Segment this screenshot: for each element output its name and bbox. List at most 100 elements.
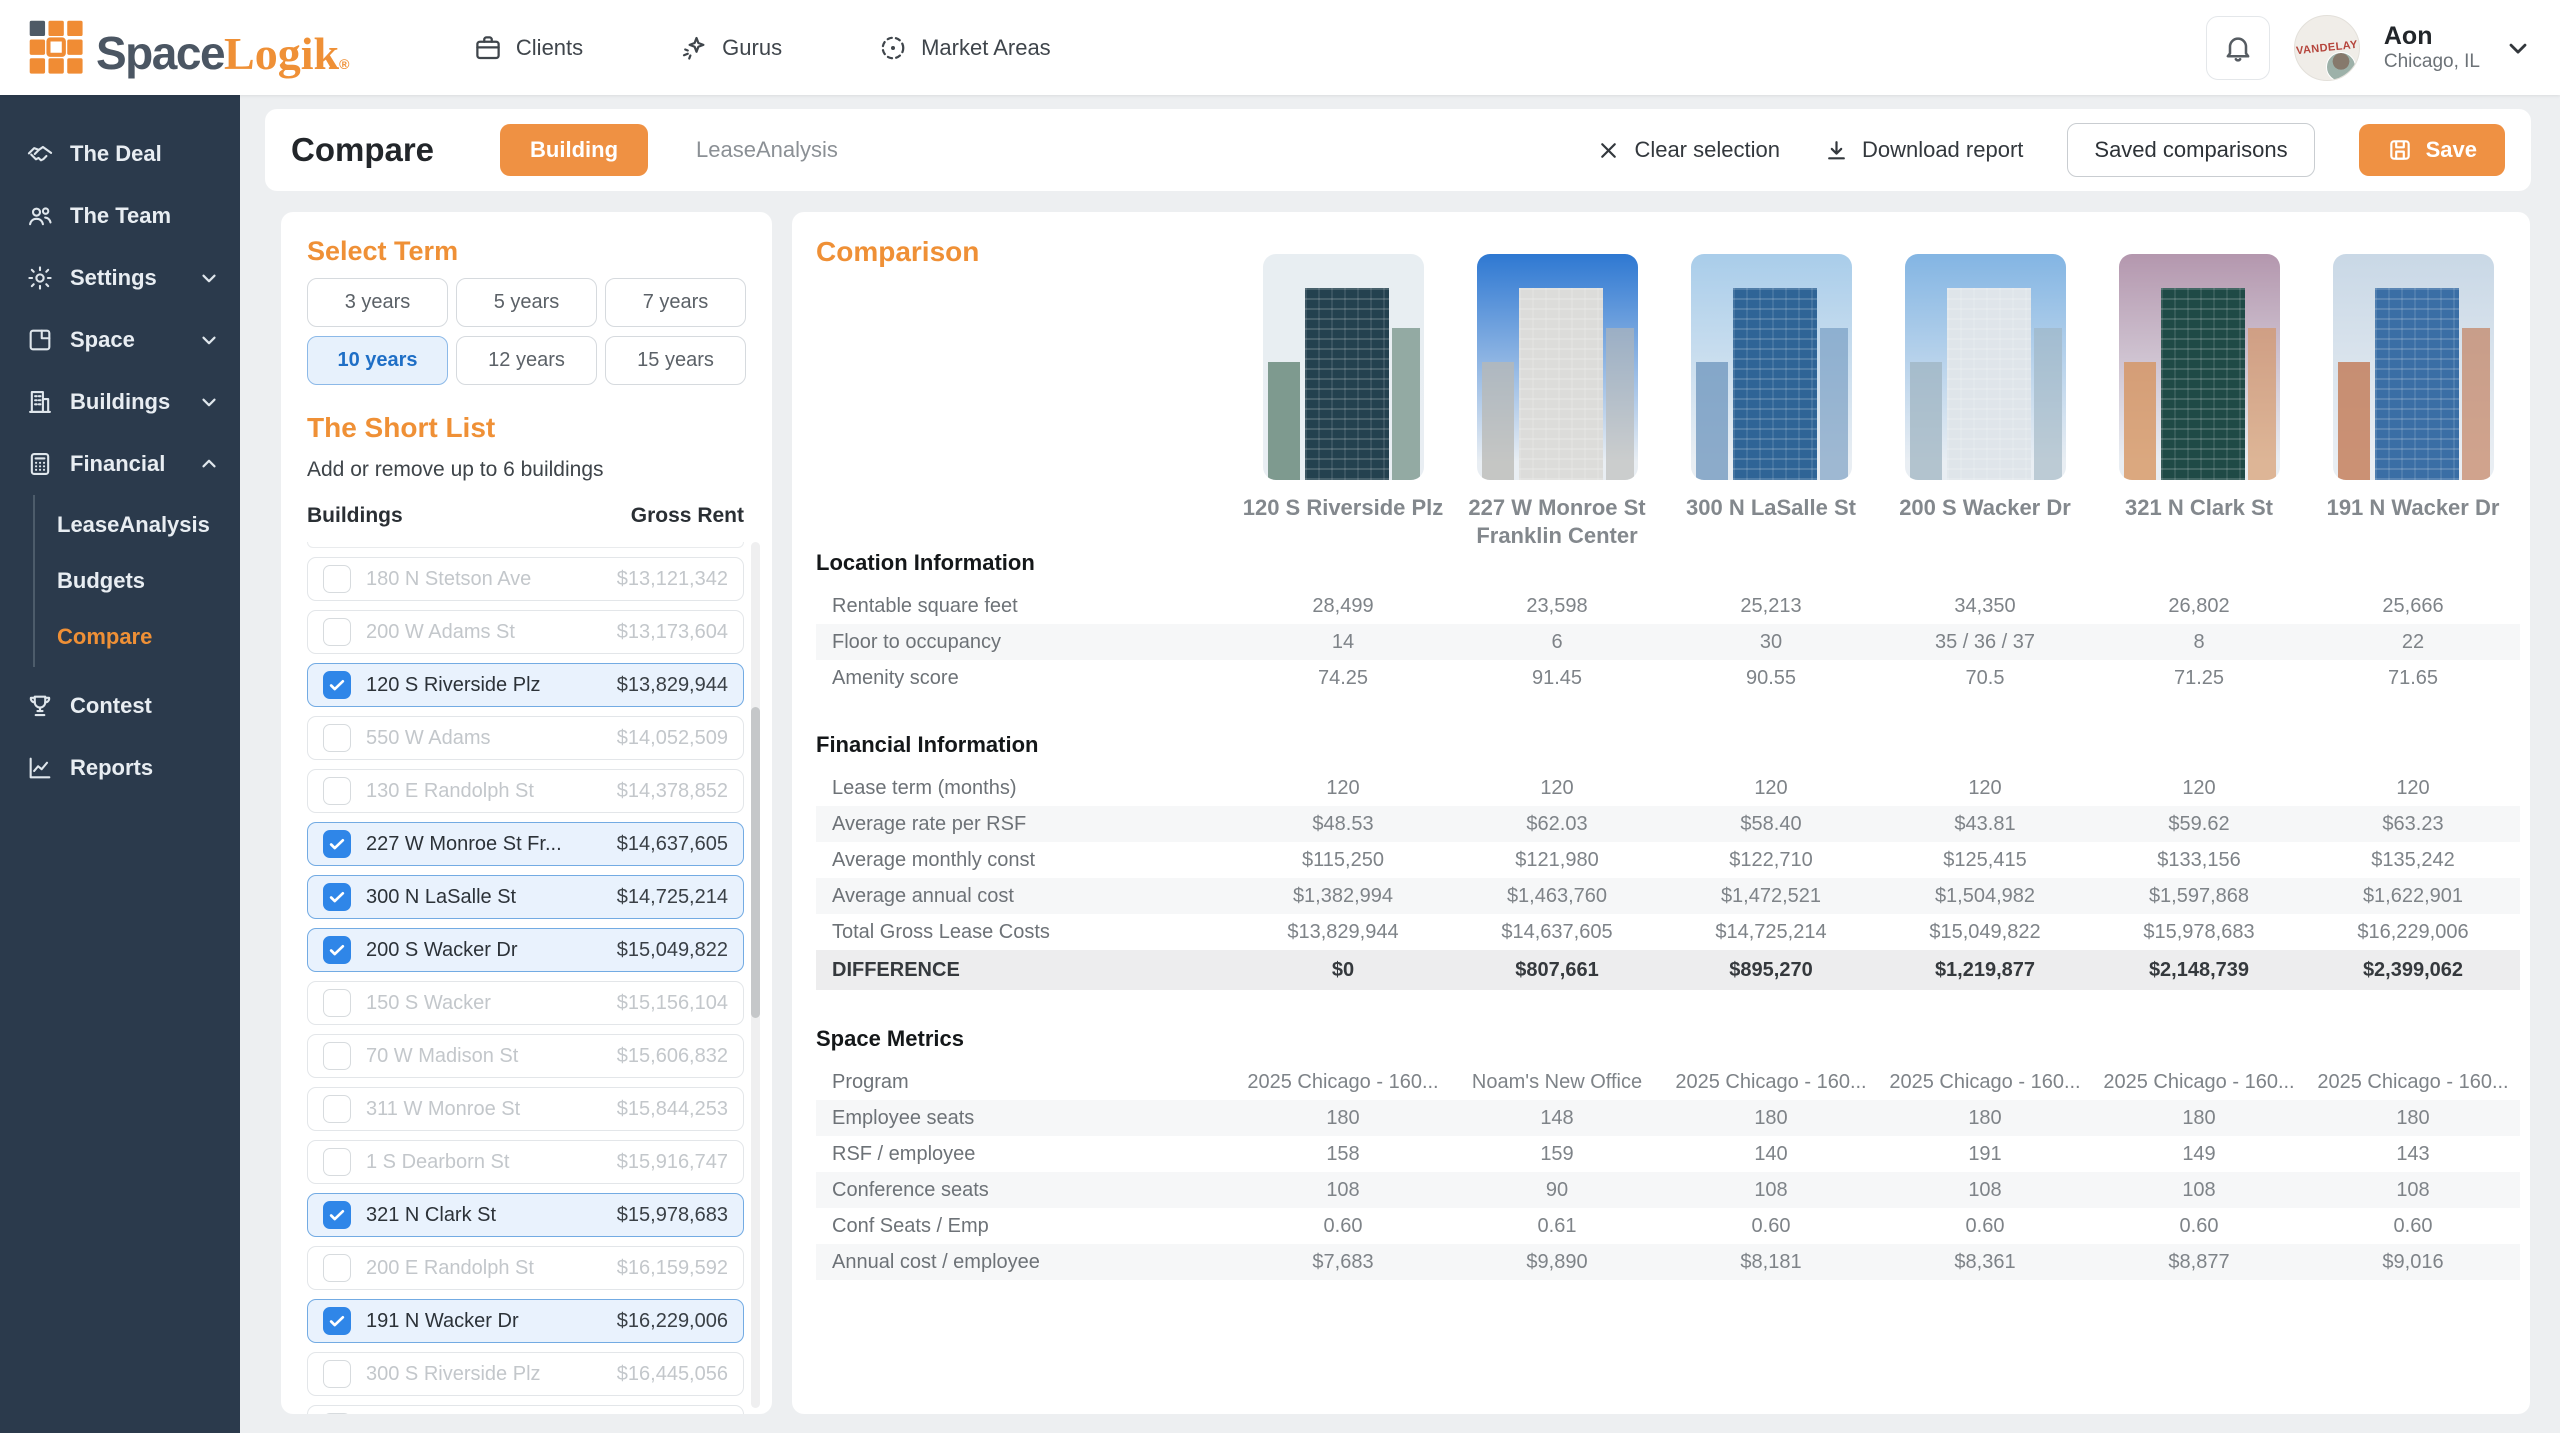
shortlist-row[interactable]: 180 N Stetson Ave$13,121,342 <box>307 557 744 601</box>
shortlist-row[interactable]: 200 W Adams St$13,173,604 <box>307 610 744 654</box>
saved-comparisons-button[interactable]: Saved comparisons <box>2067 123 2314 177</box>
checkbox-unchecked[interactable] <box>323 565 351 593</box>
notifications-button[interactable] <box>2206 16 2270 80</box>
shortlist-row[interactable]: 155 N Wacker Dr$16,668,712 <box>307 1405 744 1414</box>
shortlist-row[interactable]: 70 W Madison St$15,606,832 <box>307 1034 744 1078</box>
cell-value: $62.03 <box>1450 813 1664 836</box>
building-photo <box>2119 254 2280 480</box>
checkbox-unchecked[interactable] <box>323 724 351 752</box>
cell-value: $133,156 <box>2092 849 2306 872</box>
checkbox-checked[interactable] <box>323 1201 351 1229</box>
sidebar-item-budgets[interactable]: Budgets <box>35 553 240 609</box>
tab-building[interactable]: Building <box>500 124 648 176</box>
shortlist-row[interactable]: 200 S Wacker Dr$15,049,822 <box>307 928 744 972</box>
cell-value: $121,980 <box>1450 849 1664 872</box>
building-name: 321 N Clark St <box>366 1204 602 1227</box>
cell-value: 14 <box>1236 631 1450 654</box>
chevron-down-icon[interactable] <box>2504 34 2532 62</box>
cell-value: $115,250 <box>1236 849 1450 872</box>
building-photo <box>2333 254 2494 480</box>
checkbox-unchecked[interactable] <box>323 1095 351 1123</box>
nav-item-gurus[interactable]: Gurus <box>679 33 782 63</box>
shortlist-row[interactable]: 321 N Clark St$15,978,683 <box>307 1193 744 1237</box>
term-option-10-years[interactable]: 10 years <box>307 336 448 385</box>
section-location-information: Location InformationRentable square feet… <box>816 550 2520 696</box>
checkbox-checked[interactable] <box>323 671 351 699</box>
cell-value: 120 <box>1236 777 1450 800</box>
checkbox-checked[interactable] <box>323 1307 351 1335</box>
scrollbar-thumb[interactable] <box>751 707 760 1019</box>
cell-value: $63.23 <box>2306 813 2520 836</box>
building-name: 200 E Randolph St <box>366 1257 602 1280</box>
term-option-5-years[interactable]: 5 years <box>456 278 597 327</box>
bell-icon <box>2222 32 2254 64</box>
checkbox-checked[interactable] <box>323 830 351 858</box>
cell-value: 0.60 <box>1664 1215 1878 1238</box>
checkbox-checked[interactable] <box>323 936 351 964</box>
tab-leaseanalysis[interactable]: LeaseAnalysis <box>696 137 838 163</box>
checkbox-unchecked[interactable] <box>323 1360 351 1388</box>
sidebar-item-compare[interactable]: Compare <box>35 609 240 665</box>
sidebar-item-the-team[interactable]: The Team <box>0 185 240 247</box>
sidebar-item-settings[interactable]: Settings <box>0 247 240 309</box>
cell-value: 6 <box>1450 631 1664 654</box>
sidebar-item-financial[interactable]: Financial <box>0 433 240 495</box>
checkbox-unchecked[interactable] <box>323 1413 351 1414</box>
sidebar-item-the-deal[interactable]: The Deal <box>0 123 240 185</box>
shortlist-row[interactable]: 300 N LaSalle St$14,725,214 <box>307 875 744 919</box>
sidebar-item-leaseanalysis[interactable]: LeaseAnalysis <box>35 497 240 553</box>
save-button[interactable]: Save <box>2359 124 2505 176</box>
row-label: DIFFERENCE <box>816 959 1236 982</box>
download-report-button[interactable]: Download report <box>1824 137 2023 163</box>
table-row-annual-cost-employee: Annual cost / employee$7,683$9,890$8,181… <box>816 1244 2520 1280</box>
shortlist-row[interactable]: 300 S Riverside Plz$16,445,056 <box>307 1352 744 1396</box>
shortlist-scrollbar[interactable] <box>751 542 760 1408</box>
shortlist-row[interactable]: 227 W Monroe St Fr...$14,637,605 <box>307 822 744 866</box>
checkbox-unchecked[interactable] <box>323 1148 351 1176</box>
shortlist-row[interactable]: 550 W Adams$14,052,509 <box>307 716 744 760</box>
shortlist-column-headers: Buildings Gross Rent <box>307 504 744 528</box>
shortlist-row[interactable]: 1 S Dearborn St$15,916,747 <box>307 1140 744 1184</box>
nav-item-clients[interactable]: Clients <box>473 33 583 63</box>
checkbox-unchecked[interactable] <box>323 1254 351 1282</box>
shortlist-row[interactable]: 200 E Randolph St$16,159,592 <box>307 1246 744 1290</box>
shortlist-row[interactable]: 150 S Wacker$15,156,104 <box>307 981 744 1025</box>
cell-value: 0.60 <box>2092 1215 2306 1238</box>
row-label: Average annual cost <box>816 885 1236 908</box>
term-option-7-years[interactable]: 7 years <box>605 278 746 327</box>
clear-selection-button[interactable]: Clear selection <box>1596 137 1780 163</box>
section-title: Space Metrics <box>816 1026 2520 1052</box>
chevron-down-icon <box>198 267 220 289</box>
sidebar-item-reports[interactable]: Reports <box>0 737 240 799</box>
cell-value: 159 <box>1450 1143 1664 1166</box>
checkbox-checked[interactable] <box>323 883 351 911</box>
user-menu[interactable]: Aon Chicago, IL <box>2384 22 2480 74</box>
app-logo[interactable]: SpaceLogik® <box>28 19 348 77</box>
checkbox-unchecked[interactable] <box>323 777 351 805</box>
sidebar-item-buildings[interactable]: Buildings <box>0 371 240 433</box>
term-option-12-years[interactable]: 12 years <box>456 336 597 385</box>
row-label: Conference seats <box>816 1179 1236 1202</box>
avatar[interactable]: VANDELAY <box>2294 15 2360 81</box>
term-option-3-years[interactable]: 3 years <box>307 278 448 327</box>
shortlist-row[interactable]: 191 N Wacker Dr$16,229,006 <box>307 1299 744 1343</box>
checkbox-unchecked[interactable] <box>323 989 351 1017</box>
gross-rent-value: $13,121,342 <box>617 568 728 591</box>
comparison-building-227-w-monroe-st-franklin-center: 227 W Monroe St Franklin Center <box>1450 254 1664 549</box>
building-photo <box>1691 254 1852 480</box>
gross-rent-value: $15,844,253 <box>617 1098 728 1121</box>
building-name-label: 200 S Wacker Dr <box>1899 494 2071 522</box>
checkbox-unchecked[interactable] <box>323 618 351 646</box>
term-option-15-years[interactable]: 15 years <box>605 336 746 385</box>
save-icon <box>2387 137 2413 163</box>
shortlist-row[interactable]: 120 S Riverside Plz$13,829,944 <box>307 663 744 707</box>
shortlist-row[interactable]: 311 W Monroe St$15,844,253 <box>307 1087 744 1131</box>
sidebar-item-contest[interactable]: Contest <box>0 675 240 737</box>
checkbox-unchecked[interactable] <box>323 1042 351 1070</box>
handshake-icon <box>26 140 54 168</box>
nav-item-market-areas[interactable]: Market Areas <box>878 33 1051 63</box>
gross-rent-value: $14,725,214 <box>617 886 728 909</box>
sidebar-item-label: Buildings <box>70 389 170 415</box>
shortlist-row[interactable]: 130 E Randolph St$14,378,852 <box>307 769 744 813</box>
sidebar-item-space[interactable]: Space <box>0 309 240 371</box>
